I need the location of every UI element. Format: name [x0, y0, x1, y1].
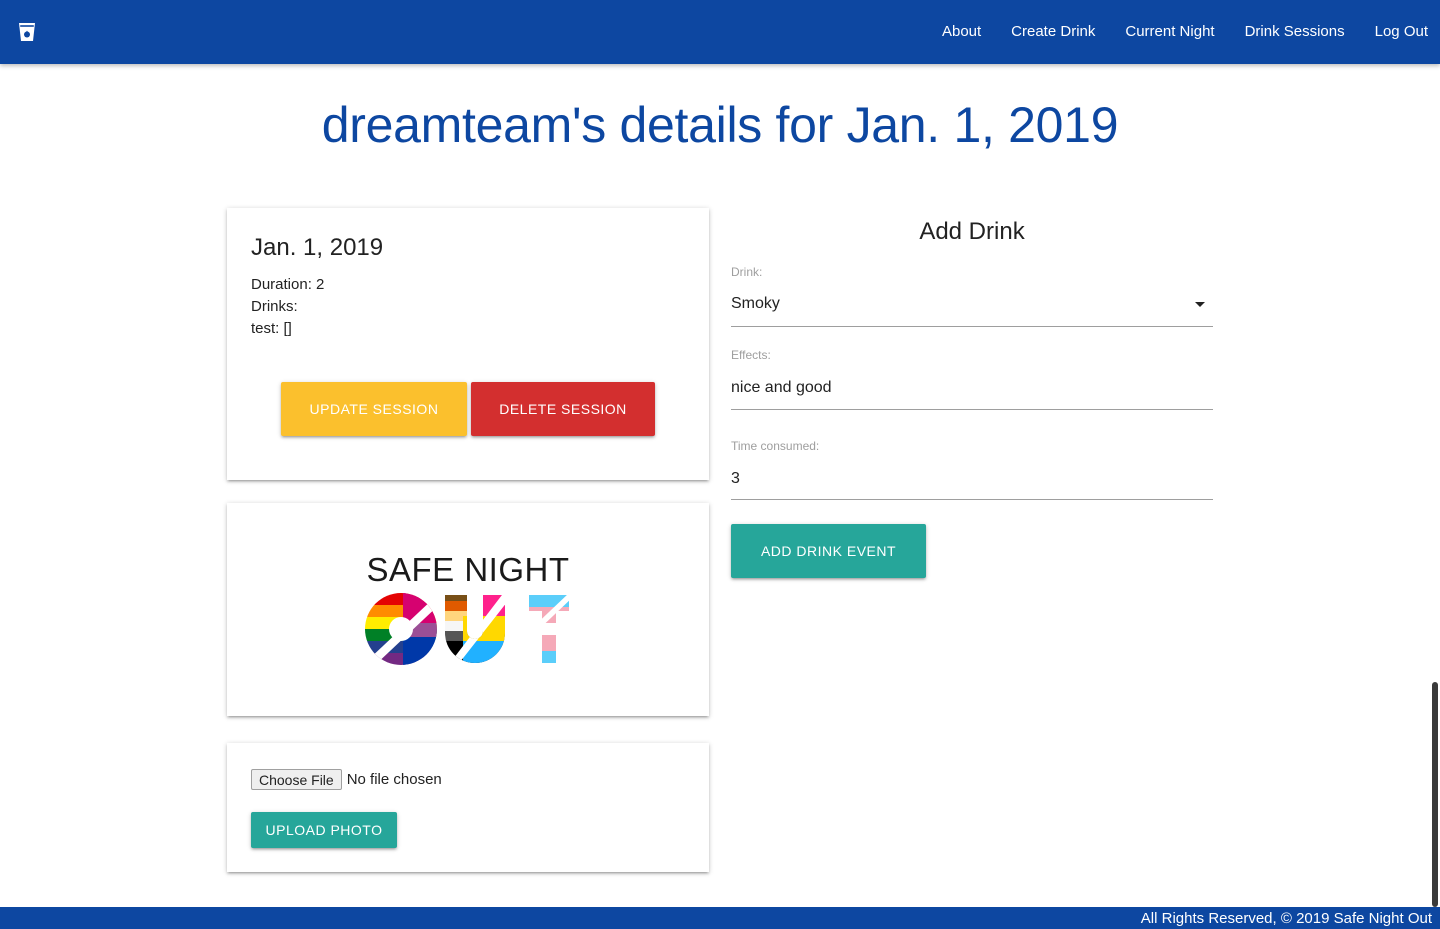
page-title: dreamteam's details for Jan. 1, 2019: [321, 97, 1119, 153]
time-consumed-label: Time consumed:: [731, 439, 820, 453]
effects-input[interactable]: nice and good: [731, 379, 832, 397]
delete-session-button[interactable]: DELETE SESSION: [471, 382, 655, 436]
chevron-down-icon[interactable]: [1195, 302, 1205, 307]
time-consumed-underline: [731, 499, 1213, 500]
nav-link-create-drink[interactable]: Create Drink: [996, 0, 1110, 64]
effects-label: Effects:: [731, 348, 771, 362]
session-test: test: []: [251, 320, 292, 337]
nav-link-drink-sessions[interactable]: Drink Sessions: [1230, 0, 1360, 64]
add-drink-title: Add Drink: [919, 218, 1025, 245]
scrollbar[interactable]: [1432, 682, 1438, 907]
session-card: Jan. 1, 2019 Duration: 2 Drinks: test: […: [227, 208, 709, 480]
session-date: Jan. 1, 2019: [251, 234, 384, 261]
drink-label: Drink:: [731, 265, 763, 279]
logo-card: SAFE NIGHT: [227, 503, 709, 716]
nav-link-log-out[interactable]: Log Out: [1360, 0, 1440, 64]
add-drink-event-button[interactable]: ADD DRINK EVENT: [731, 524, 926, 578]
logo-title: SAFE NIGHT: [366, 551, 570, 588]
upload-card: Choose File No file chosen UPLOAD PHOTO: [227, 743, 709, 872]
session-duration: Duration: 2: [251, 276, 325, 293]
footer-text: All Rights Reserved, © 2019 Safe Night O…: [1140, 910, 1432, 927]
drink-select[interactable]: Smoky: [731, 295, 780, 313]
nav-link-about[interactable]: About: [927, 0, 996, 64]
safe-night-out-logo: [365, 593, 569, 665]
update-session-button[interactable]: UPDATE SESSION: [281, 382, 467, 436]
drink-select-underline: [731, 326, 1213, 327]
time-consumed-input[interactable]: 3: [731, 470, 740, 488]
nav-links: About Create Drink Current Night Drink S…: [927, 0, 1440, 64]
choose-file-button[interactable]: Choose File: [251, 769, 342, 790]
cup-icon[interactable]: [18, 22, 36, 42]
upload-photo-button[interactable]: UPLOAD PHOTO: [251, 812, 397, 848]
session-drinks: Drinks:: [251, 298, 298, 315]
effects-input-underline: [731, 409, 1213, 410]
file-input: Choose File No file chosen: [251, 769, 442, 790]
file-status: No file chosen: [346, 771, 442, 788]
nav-link-current-night[interactable]: Current Night: [1110, 0, 1229, 64]
footer: All Rights Reserved, © 2019 Safe Night O…: [0, 907, 1440, 929]
navbar: About Create Drink Current Night Drink S…: [0, 0, 1440, 64]
